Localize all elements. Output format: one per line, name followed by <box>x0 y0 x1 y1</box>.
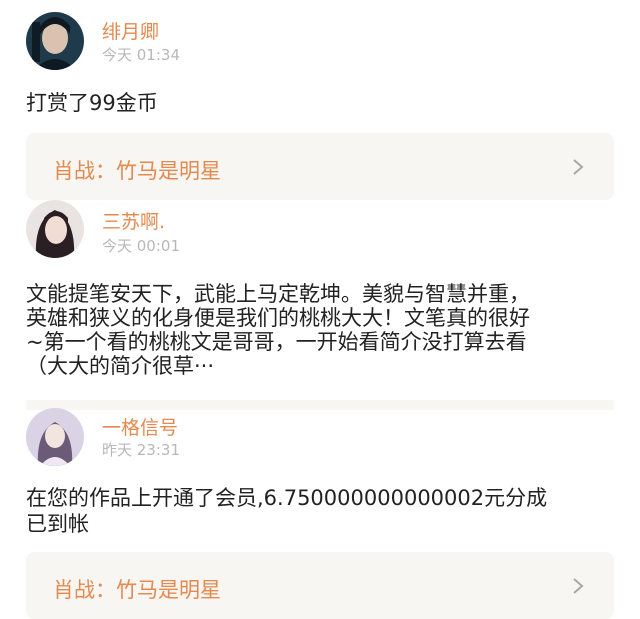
work-card[interactable]: 肖战：竹马是明星 <box>26 552 614 619</box>
chevron-right-icon <box>573 578 584 594</box>
username[interactable]: 一格信号 <box>102 413 178 440</box>
comment-line: 已到帐 <box>26 512 89 536</box>
work-card[interactable]: 肖战：竹马是明星 <box>26 133 614 200</box>
comment-line: 文能提笔安天下，武能上马定乾坤。美貌与智慧并重， <box>26 282 530 306</box>
avatar-image <box>26 408 84 466</box>
avatar[interactable] <box>26 200 84 258</box>
work-title: 肖战：竹马是明星 <box>53 159 221 183</box>
comment-line: 在您的作品上开通了会员,6.750000000000002元分成 <box>26 486 548 510</box>
chevron-right-icon <box>573 159 584 175</box>
username[interactable]: 绯月卿 <box>102 17 159 44</box>
avatar[interactable] <box>26 12 84 70</box>
username[interactable]: 三苏啊. <box>102 207 165 234</box>
avatar[interactable] <box>26 408 84 466</box>
work-title: 肖战：竹马是明星 <box>53 578 221 602</box>
comment-text: 打赏了99金币 <box>26 92 626 114</box>
comment-line: ~第一个看的桃桃文是哥哥，一开始看简介没打算去看 <box>26 330 527 354</box>
comment-text: 在您的作品上开通了会员,6.750000000000002元分成 已到帐 <box>26 487 626 535</box>
avatar-image <box>26 200 84 258</box>
timestamp: 昨天 23:31 <box>102 441 180 459</box>
comment-line: 打赏了99金币 <box>26 91 158 115</box>
comment-text: 文能提笔安天下，武能上马定乾坤。美貌与智慧并重， 英雄和狭义的化身便是我们的桃桃… <box>26 283 626 377</box>
timestamp: 今天 01:34 <box>102 46 180 64</box>
comment-line: 英雄和狭义的化身便是我们的桃桃大大！文笔真的很好 <box>26 306 530 330</box>
comment-line: （大大的简介很草··· <box>26 354 215 378</box>
avatar-image <box>26 12 84 70</box>
timestamp: 今天 00:01 <box>102 237 180 255</box>
card-edge <box>26 400 614 410</box>
